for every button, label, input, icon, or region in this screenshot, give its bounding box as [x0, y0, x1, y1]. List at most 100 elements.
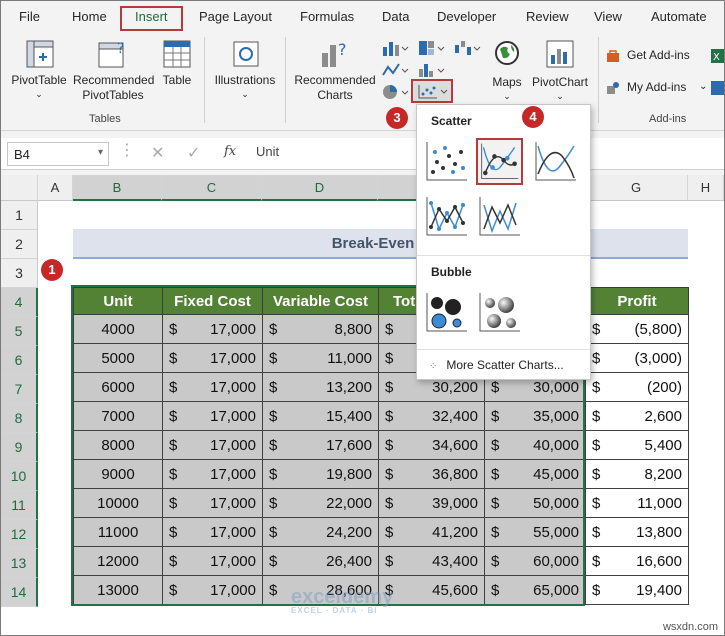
cell-total[interactable]: $39,000 — [378, 488, 485, 518]
header-fixed-cost[interactable]: Fixed Cost — [162, 287, 263, 315]
cell-unit[interactable]: 12000 — [73, 546, 163, 576]
cell-profit[interactable]: $5,400 — [585, 430, 689, 460]
insert-function-icon[interactable]: fx — [224, 144, 236, 159]
cell-profit[interactable]: $ (5,800) — [585, 314, 689, 344]
scatter-smooth-lines-option[interactable] — [532, 138, 579, 185]
cell-profit[interactable]: $ (3,000) — [585, 343, 689, 373]
row-header-9[interactable]: 9 — [1, 433, 38, 462]
column-header-a[interactable]: A — [38, 175, 73, 201]
tab-data[interactable]: Data — [382, 9, 409, 24]
tab-review[interactable]: Review — [526, 9, 569, 24]
cell-total[interactable]: $41,200 — [378, 517, 485, 547]
column-chart-icon[interactable] — [381, 39, 409, 57]
row-header-3[interactable]: 3 — [1, 259, 38, 288]
get-addins-button[interactable]: Get Add-ins — [605, 47, 705, 65]
cell-revenue[interactable]: $40,000 — [484, 430, 586, 460]
statistic-chart-icon[interactable] — [417, 61, 445, 79]
column-header-b[interactable]: B — [73, 175, 162, 201]
cell-profit[interactable]: $8,200 — [585, 459, 689, 489]
cell-profit[interactable]: $13,800 — [585, 517, 689, 547]
cell-variable[interactable]: $13,200 — [262, 372, 379, 402]
cell-unit[interactable]: 5000 — [73, 343, 163, 373]
column-header-g[interactable]: G — [585, 175, 688, 201]
cell-fixed[interactable]: $17,000 — [162, 546, 263, 576]
cell-variable[interactable]: $11,000 — [262, 343, 379, 373]
column-header-h[interactable]: H — [688, 175, 724, 201]
header-profit[interactable]: Profit — [585, 287, 689, 315]
cell-revenue[interactable]: $45,000 — [484, 459, 586, 489]
formula-input[interactable]: Unit — [256, 144, 279, 159]
recommended-charts-button[interactable]: ? Recommended Charts — [291, 35, 379, 107]
row-header-8[interactable]: 8 — [1, 404, 38, 433]
cell-revenue[interactable]: $65,000 — [484, 575, 586, 605]
cell-fixed[interactable]: $17,000 — [162, 314, 263, 344]
tab-home[interactable]: Home — [72, 9, 107, 24]
3d-bubble-option[interactable] — [476, 289, 523, 336]
pivottable-button[interactable]: PivotTable ⌄ — [7, 35, 71, 105]
row-header-2[interactable]: 2 — [1, 230, 38, 259]
scatter-straight-lines-option[interactable] — [476, 193, 523, 240]
cell-revenue[interactable]: $50,000 — [484, 488, 586, 518]
recommended-pivottables-button[interactable]: ? Recommended PivotTables — [73, 35, 154, 107]
select-all-corner[interactable] — [1, 175, 38, 201]
cell-unit[interactable]: 7000 — [73, 401, 163, 431]
table-button[interactable]: Table — [156, 35, 198, 105]
tab-view[interactable]: View — [594, 9, 622, 24]
row-header-1[interactable]: 1 — [1, 201, 38, 230]
cell-unit[interactable]: 11000 — [73, 517, 163, 547]
row-header-4[interactable]: 4 — [1, 288, 38, 317]
pie-chart-icon[interactable] — [381, 83, 409, 101]
cell-variable[interactable]: $19,800 — [262, 459, 379, 489]
cell-unit[interactable]: 8000 — [73, 430, 163, 460]
cell-profit[interactable]: $16,600 — [585, 546, 689, 576]
chevron-down-icon[interactable]: ▾ — [98, 147, 103, 158]
header-variable-cost[interactable]: Variable Cost — [262, 287, 379, 315]
waterfall-chart-icon[interactable] — [453, 39, 481, 57]
row-header-14[interactable]: 14 — [1, 578, 38, 607]
line-chart-icon[interactable] — [381, 61, 409, 79]
header-unit[interactable]: Unit — [73, 287, 163, 315]
cell-profit[interactable]: $ (200) — [585, 372, 689, 402]
more-scatter-charts-link[interactable]: ⁘ More Scatter Charts... — [429, 358, 564, 372]
cell-variable[interactable]: $8,800 — [262, 314, 379, 344]
pivotchart-button[interactable]: PivotChart ⌄ — [529, 35, 591, 107]
tab-automate[interactable]: Automate — [651, 9, 707, 24]
name-box[interactable]: B4 ▾ — [7, 142, 109, 166]
cell-variable[interactable]: $22,000 — [262, 488, 379, 518]
row-header-13[interactable]: 13 — [1, 549, 38, 578]
tab-developer[interactable]: Developer — [437, 9, 496, 24]
cell-unit[interactable]: 10000 — [73, 488, 163, 518]
illustrations-button[interactable]: Illustrations ⌄ — [209, 35, 281, 105]
scatter-option[interactable] — [423, 138, 470, 185]
row-header-12[interactable]: 12 — [1, 520, 38, 549]
scatter-straight-lines-markers-option[interactable] — [423, 193, 470, 240]
cell-variable[interactable]: $24,200 — [262, 517, 379, 547]
cell-fixed[interactable]: $17,000 — [162, 488, 263, 518]
cell-fixed[interactable]: $17,000 — [162, 459, 263, 489]
cell-variable[interactable]: $15,400 — [262, 401, 379, 431]
row-header-11[interactable]: 11 — [1, 491, 38, 520]
cell-variable[interactable]: $17,600 — [262, 430, 379, 460]
cell-total[interactable]: $34,600 — [378, 430, 485, 460]
enter-icon[interactable]: ✓ — [187, 143, 200, 163]
cell-fixed[interactable]: $17,000 — [162, 430, 263, 460]
cancel-icon[interactable]: ✕ — [151, 143, 164, 163]
cell-profit[interactable]: $2,600 — [585, 401, 689, 431]
cell-total[interactable]: $43,400 — [378, 546, 485, 576]
cell-fixed[interactable]: $17,000 — [162, 343, 263, 373]
cell-unit[interactable]: 6000 — [73, 372, 163, 402]
cell-unit[interactable]: 13000 — [73, 575, 163, 605]
row-header-7[interactable]: 7 — [1, 375, 38, 404]
row-header-5[interactable]: 5 — [1, 317, 38, 346]
row-header-10[interactable]: 10 — [1, 462, 38, 491]
tab-page-layout[interactable]: Page Layout — [199, 9, 272, 24]
cell-profit[interactable]: $11,000 — [585, 488, 689, 518]
cell-revenue[interactable]: $55,000 — [484, 517, 586, 547]
cell-revenue[interactable]: $35,000 — [484, 401, 586, 431]
cell-unit[interactable]: 4000 — [73, 314, 163, 344]
scatter-smooth-lines-markers-option[interactable] — [476, 138, 523, 185]
cell-variable[interactable]: $26,400 — [262, 546, 379, 576]
my-addins-button[interactable]: My Add-ins ⌄ — [605, 79, 715, 97]
row-header-6[interactable]: 6 — [1, 346, 38, 375]
column-header-d[interactable]: D — [262, 175, 378, 201]
